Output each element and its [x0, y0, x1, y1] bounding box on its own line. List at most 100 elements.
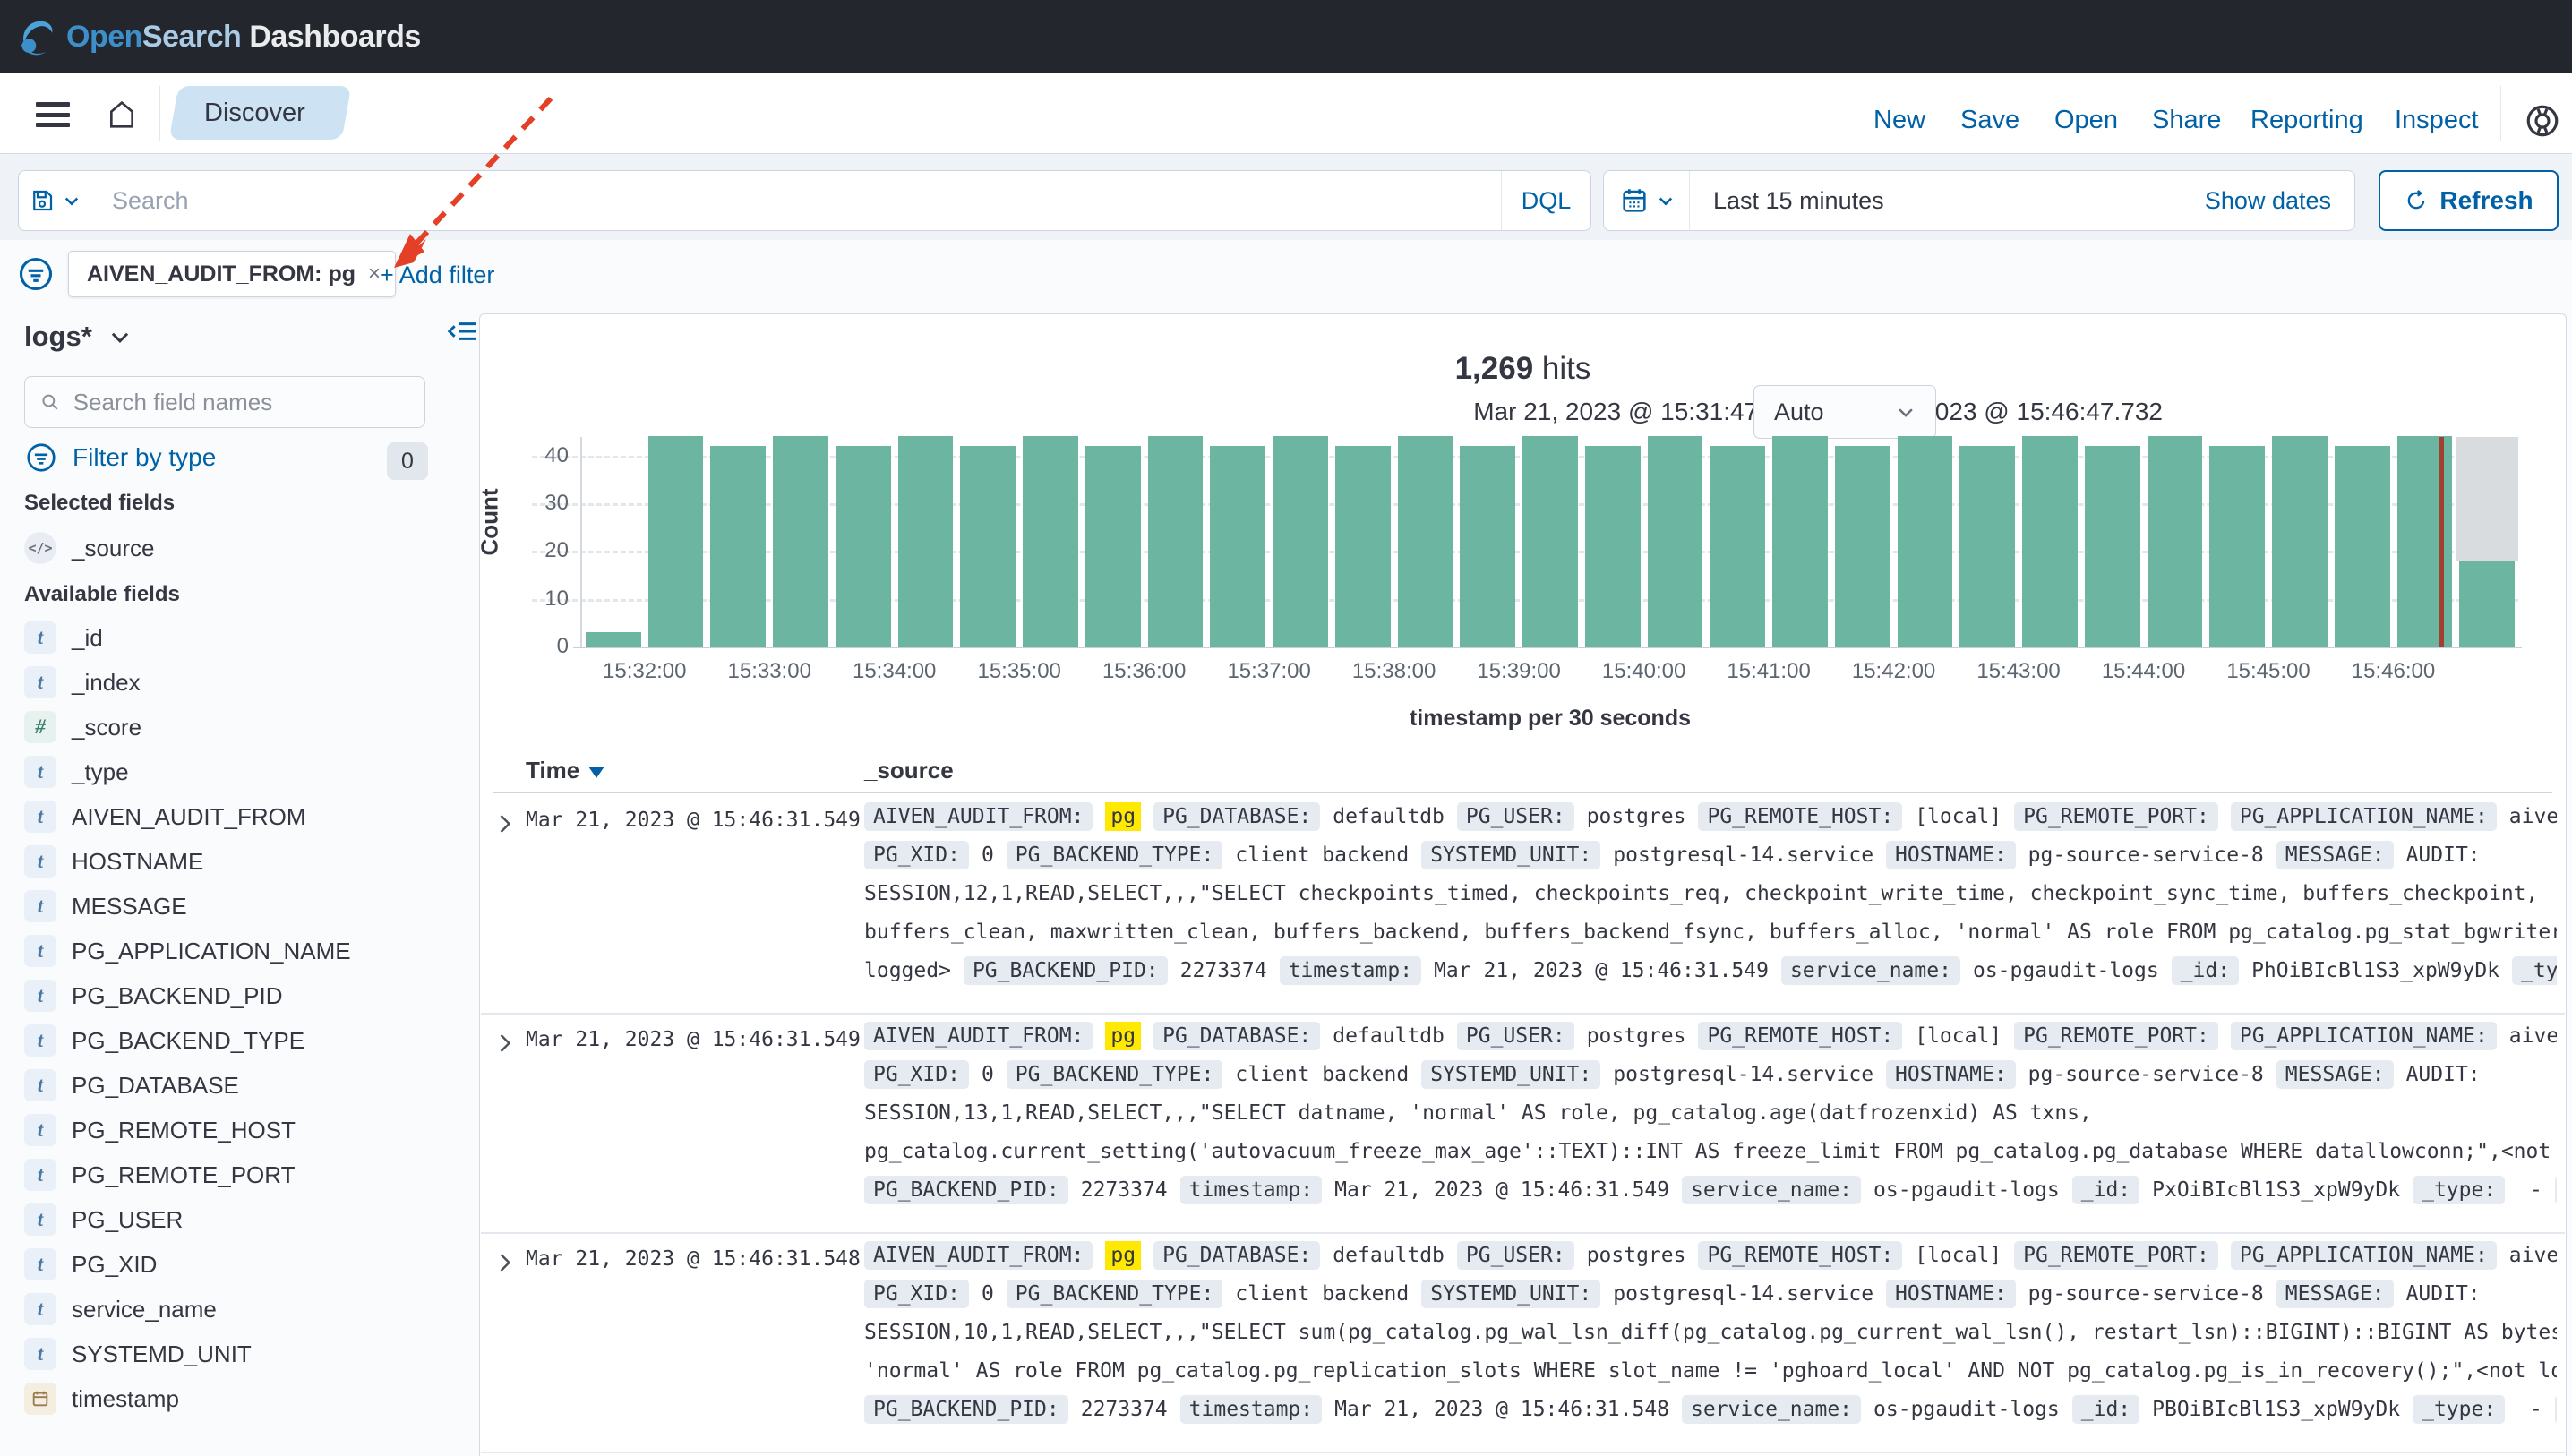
- new-button[interactable]: New: [1873, 106, 1925, 135]
- interval-select[interactable]: Auto: [1753, 385, 1936, 439]
- filter-pill-aiven-audit-from[interactable]: AIVEN_AUDIT_FROM: pg ×: [68, 251, 396, 297]
- refresh-button[interactable]: Refresh: [2379, 170, 2559, 231]
- histogram-bar[interactable]: [1023, 436, 1078, 647]
- histogram-bar[interactable]: [1772, 436, 1828, 647]
- field-item-PG_USER[interactable]: tPG_USER: [24, 1200, 183, 1239]
- histogram-bar[interactable]: [1898, 436, 1953, 647]
- histogram-bar[interactable]: [1148, 436, 1204, 647]
- chevron-down-icon: [63, 192, 81, 210]
- filter-by-type-button[interactable]: Filter by type: [24, 441, 216, 475]
- field-search-input[interactable]: [73, 389, 410, 416]
- histogram-bar[interactable]: [1085, 446, 1141, 647]
- field-item-_type[interactable]: t_type: [24, 752, 129, 792]
- filter-menu-icon[interactable]: [16, 254, 56, 294]
- menu-icon[interactable]: [36, 102, 70, 127]
- inspect-button[interactable]: Inspect: [2395, 106, 2479, 135]
- query-language-toggle[interactable]: DQL: [1501, 171, 1590, 230]
- time-range-value[interactable]: Last 15 minutes: [1713, 187, 1884, 215]
- add-filter-button[interactable]: + Add filter: [380, 261, 494, 289]
- expand-row-icon[interactable]: [494, 811, 516, 836]
- share-button[interactable]: Share: [2152, 106, 2221, 135]
- field-item-MESSAGE[interactable]: tMESSAGE: [24, 886, 187, 926]
- histogram-bar[interactable]: [1335, 446, 1391, 647]
- field-item-service_name[interactable]: tservice_name: [24, 1289, 217, 1329]
- saved-query-menu-button[interactable]: [19, 171, 90, 230]
- field-value: postgres: [1587, 805, 1686, 828]
- breadcrumb[interactable]: Discover: [174, 86, 347, 140]
- histogram-bar[interactable]: [1460, 446, 1515, 647]
- field-item-PG_BACKEND_PID[interactable]: tPG_BACKEND_PID: [24, 976, 283, 1015]
- index-pattern-select[interactable]: logs*: [24, 321, 132, 353]
- open-button[interactable]: Open: [2054, 106, 2118, 135]
- breadcrumb-label: Discover: [204, 98, 305, 128]
- text-field-icon: t: [24, 621, 56, 654]
- search-input[interactable]: [90, 171, 1501, 230]
- expand-row-icon[interactable]: [494, 1250, 516, 1275]
- histogram-bar[interactable]: [960, 446, 1016, 647]
- histogram-bar[interactable]: [2272, 436, 2328, 647]
- histogram-bar[interactable]: [586, 632, 641, 647]
- histogram-bar[interactable]: [710, 446, 766, 647]
- row-timestamp: Mar 21, 2023 @ 15:46:31.549: [526, 1028, 861, 1051]
- save-button[interactable]: Save: [1960, 106, 2019, 135]
- field-item-timestamp[interactable]: timestamp: [24, 1379, 179, 1418]
- histogram-bar[interactable]: [1835, 446, 1890, 647]
- expand-row-icon[interactable]: [494, 1031, 516, 1056]
- histogram-bar[interactable]: [648, 436, 704, 647]
- histogram-bar[interactable]: [1210, 446, 1265, 647]
- chevron-down-icon: [1657, 192, 1675, 210]
- field-key: PG_XID:: [864, 1060, 969, 1089]
- show-dates-button[interactable]: Show dates: [2205, 187, 2331, 215]
- time-column-header[interactable]: Time: [526, 757, 604, 784]
- histogram-bar[interactable]: [2085, 446, 2140, 647]
- field-item-AIVEN_AUDIT_FROM[interactable]: tAIVEN_AUDIT_FROM: [24, 797, 306, 836]
- field-key: _type:: [2413, 1395, 2505, 1424]
- field-item-SYSTEMD_UNIT[interactable]: tSYSTEMD_UNIT: [24, 1334, 252, 1374]
- histogram-bar[interactable]: [1959, 446, 2015, 647]
- field-item-PG_REMOTE_HOST[interactable]: tPG_REMOTE_HOST: [24, 1110, 296, 1150]
- text-field-icon: t: [24, 935, 56, 967]
- field-item-_source[interactable]: </>_source: [24, 528, 155, 568]
- field-item-_index[interactable]: t_index: [24, 663, 141, 702]
- histogram-bar[interactable]: [898, 436, 954, 647]
- histogram-bar[interactable]: [1273, 436, 1328, 647]
- histogram-bar[interactable]: [836, 446, 891, 647]
- histogram-bar[interactable]: [2022, 436, 2078, 647]
- histogram-bar[interactable]: [1585, 446, 1641, 647]
- field-label: PG_REMOTE_PORT: [72, 1161, 295, 1189]
- field-item-HOSTNAME[interactable]: tHOSTNAME: [24, 842, 203, 881]
- field-key: PG_XID:: [864, 841, 969, 869]
- field-item-PG_REMOTE_PORT[interactable]: tPG_REMOTE_PORT: [24, 1155, 295, 1195]
- field-item-_id[interactable]: t_id: [24, 618, 103, 657]
- remove-filter-icon[interactable]: ×: [368, 261, 381, 287]
- histogram-bar[interactable]: [2148, 436, 2203, 647]
- x-tick: 15:39:00: [1456, 659, 1582, 684]
- field-key: PG_REMOTE_PORT:: [2014, 1241, 2218, 1270]
- field-item-PG_BACKEND_TYPE[interactable]: tPG_BACKEND_TYPE: [24, 1021, 304, 1060]
- home-icon[interactable]: [104, 97, 140, 133]
- histogram-bar[interactable]: [2459, 561, 2515, 647]
- field-item-PG_XID[interactable]: tPG_XID: [24, 1245, 157, 1284]
- histogram-bar[interactable]: [1648, 436, 1703, 647]
- histogram-bar[interactable]: [1522, 436, 1578, 647]
- field-item-PG_APPLICATION_NAME[interactable]: tPG_APPLICATION_NAME: [24, 931, 351, 971]
- collapse-sidebar-icon[interactable]: [444, 313, 480, 349]
- date-popover-button[interactable]: [1604, 171, 1690, 230]
- histogram-bar[interactable]: [1710, 446, 1765, 647]
- histogram-bar[interactable]: [2209, 446, 2265, 647]
- field-item-PG_DATABASE[interactable]: tPG_DATABASE: [24, 1066, 239, 1105]
- field-value: AUDIT:: [2406, 844, 2481, 867]
- histogram-bar[interactable]: [1398, 436, 1453, 647]
- field-key: PG_REMOTE_PORT:: [2014, 1022, 2218, 1050]
- field-key: PG_BACKEND_TYPE:: [1007, 1280, 1223, 1308]
- reporting-button[interactable]: Reporting: [2250, 106, 2363, 135]
- help-icon[interactable]: [2524, 102, 2561, 140]
- histogram-bar[interactable]: [2335, 446, 2390, 647]
- field-key: PG_BACKEND_PID:: [864, 1395, 1068, 1424]
- field-key: PG_APPLICATION_NAME:: [2231, 1022, 2497, 1050]
- text-field-icon: t: [24, 1293, 56, 1325]
- refresh-icon: [2404, 188, 2429, 213]
- histogram-bar[interactable]: [773, 436, 828, 647]
- field-item-_score[interactable]: #_score: [24, 707, 141, 747]
- current-time-marker: [2439, 437, 2444, 647]
